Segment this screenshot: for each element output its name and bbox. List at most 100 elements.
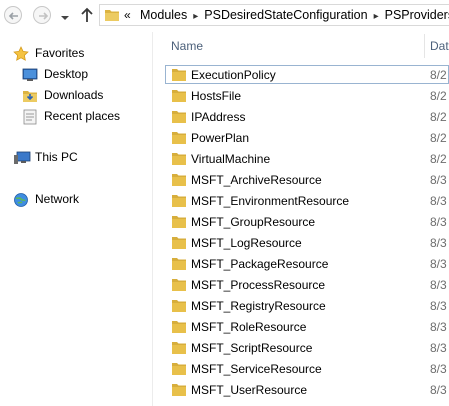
- breadcrumb-modules[interactable]: Modules: [140, 8, 187, 22]
- file-row[interactable]: VirtualMachine 8/2: [153, 149, 449, 170]
- nav-favorites-label: Favorites: [35, 46, 85, 60]
- file-date: 8/3: [430, 278, 447, 292]
- file-name: HostsFile: [191, 89, 242, 103]
- file-date: 8/3: [430, 341, 447, 355]
- file-name: MSFT_ArchiveResource: [191, 173, 322, 187]
- file-row[interactable]: HostsFile 8/2: [153, 86, 449, 107]
- folder-icon: [172, 69, 186, 81]
- file-date: 8/3: [430, 362, 447, 376]
- breadcrumb-overflow[interactable]: «: [124, 8, 131, 22]
- file-row[interactable]: MSFT_RegistryResource 8/3: [153, 296, 449, 317]
- folder-icon: [172, 237, 186, 249]
- file-date: 8/2: [430, 110, 447, 124]
- file-date: 8/2: [430, 68, 447, 82]
- file-date: 8/2: [430, 131, 447, 145]
- file-row[interactable]: MSFT_LogResource 8/3: [153, 233, 449, 254]
- back-button[interactable]: [4, 6, 22, 24]
- file-name: VirtualMachine: [191, 152, 271, 166]
- column-divider[interactable]: [424, 34, 425, 58]
- file-name: PowerPlan: [191, 131, 250, 145]
- folder-icon: [172, 258, 186, 270]
- arrow-up-icon: [81, 7, 93, 22]
- file-row[interactable]: IPAddress 8/2: [153, 107, 449, 128]
- file-row[interactable]: MSFT_ProcessResource 8/3: [153, 275, 449, 296]
- file-row[interactable]: MSFT_UserResource 8/3: [153, 380, 449, 401]
- address-bar[interactable]: « Modules ▸ PSDesiredStateConfiguration ▸ PS…: [99, 4, 449, 26]
- folder-icon: [172, 90, 186, 102]
- file-name: IPAddress: [191, 110, 246, 124]
- folder-icon: [172, 384, 186, 396]
- file-name: MSFT_LogResource: [191, 236, 302, 250]
- breadcrumb-separator-icon[interactable]: ▸: [193, 11, 198, 22]
- folder-icon: [172, 321, 186, 333]
- file-name: MSFT_PackageResource: [191, 257, 329, 271]
- folder-icon: [172, 111, 186, 123]
- file-name: MSFT_ServiceResource: [191, 362, 322, 376]
- file-row[interactable]: MSFT_RoleResource 8/3: [153, 317, 449, 338]
- file-date: 8/3: [430, 299, 447, 313]
- file-name: MSFT_UserResource: [191, 383, 308, 397]
- column-header: Name Dat: [153, 32, 449, 58]
- file-name: MSFT_EnvironmentResource: [191, 194, 350, 208]
- nav-recent-places-label: Recent places: [44, 109, 121, 123]
- folder-icon: [105, 10, 119, 21]
- file-list-pane: Name Dat ExecutionPolicy 8/2 HostsFile 8/2 I…: [153, 32, 449, 406]
- breadcrumb-psproviders[interactable]: PSProviders: [385, 8, 449, 22]
- nav-network-label: Network: [35, 192, 80, 206]
- file-name: MSFT_GroupResource: [191, 215, 316, 229]
- file-date: 8/3: [430, 257, 447, 271]
- file-row[interactable]: MSFT_ArchiveResource 8/3: [153, 170, 449, 191]
- recent-locations-button[interactable]: [60, 11, 70, 20]
- file-name: MSFT_ScriptResource: [191, 341, 313, 355]
- nav-downloads-label: Downloads: [44, 88, 104, 102]
- file-row[interactable]: ExecutionPolicy 8/2: [153, 65, 449, 86]
- star-icon: [13, 46, 29, 61]
- file-row[interactable]: MSFT_ScriptResource 8/3: [153, 338, 449, 359]
- computer-icon: [14, 151, 31, 164]
- file-date: 8/3: [430, 236, 447, 250]
- file-row[interactable]: MSFT_ServiceResource 8/3: [153, 359, 449, 380]
- breadcrumb-psdesiredstateconfiguration[interactable]: PSDesiredStateConfiguration: [204, 8, 367, 22]
- downloads-folder-icon: [23, 91, 37, 102]
- folder-icon: [172, 279, 186, 291]
- chevron-down-icon: [61, 16, 69, 20]
- file-date: 8/2: [430, 89, 447, 103]
- arrow-left-icon: [8, 12, 18, 20]
- column-header-name[interactable]: Name: [171, 39, 203, 53]
- navigation-toolbar: « Modules ▸ PSDesiredStateConfiguration ▸ PS…: [0, 0, 449, 32]
- folder-icon: [172, 300, 186, 312]
- forward-button[interactable]: [33, 6, 51, 24]
- file-date: 8/2: [430, 152, 447, 166]
- desktop-icon: [22, 68, 38, 81]
- folder-icon: [172, 216, 186, 228]
- folder-icon: [172, 153, 186, 165]
- file-row[interactable]: MSFT_PackageResource 8/3: [153, 254, 449, 275]
- nav-this-pc-label: This PC: [35, 150, 78, 164]
- up-button[interactable]: [80, 7, 94, 23]
- file-name: MSFT_RegistryResource: [191, 299, 326, 313]
- file-date: 8/3: [430, 173, 447, 187]
- recent-places-icon: [23, 109, 37, 125]
- file-date: 8/3: [430, 320, 447, 334]
- file-name: MSFT_RoleResource: [191, 320, 307, 334]
- file-name: ExecutionPolicy: [191, 68, 276, 82]
- column-header-date[interactable]: Dat: [430, 39, 449, 53]
- file-list: ExecutionPolicy 8/2 HostsFile 8/2 IPAddress 8…: [153, 65, 449, 401]
- folder-icon: [172, 195, 186, 207]
- file-date: 8/3: [430, 215, 447, 229]
- file-row[interactable]: MSFT_EnvironmentResource 8/3: [153, 191, 449, 212]
- folder-icon: [172, 363, 186, 375]
- file-row[interactable]: MSFT_GroupResource 8/3: [153, 212, 449, 233]
- folder-icon: [172, 132, 186, 144]
- file-date: 8/3: [430, 194, 447, 208]
- folder-icon: [172, 174, 186, 186]
- network-icon: [14, 193, 28, 207]
- file-name: MSFT_ProcessResource: [191, 278, 326, 292]
- navigation-pane: Favorites Desktop Downloads Recent place…: [0, 32, 152, 406]
- file-date: 8/3: [430, 383, 447, 397]
- breadcrumb-separator-icon[interactable]: ▸: [374, 11, 379, 22]
- folder-icon: [172, 342, 186, 354]
- breadcrumb: Modules ▸ PSDesiredStateConfiguration ▸ PSPr…: [140, 8, 449, 22]
- nav-desktop-label: Desktop: [44, 67, 89, 81]
- file-row[interactable]: PowerPlan 8/2: [153, 128, 449, 149]
